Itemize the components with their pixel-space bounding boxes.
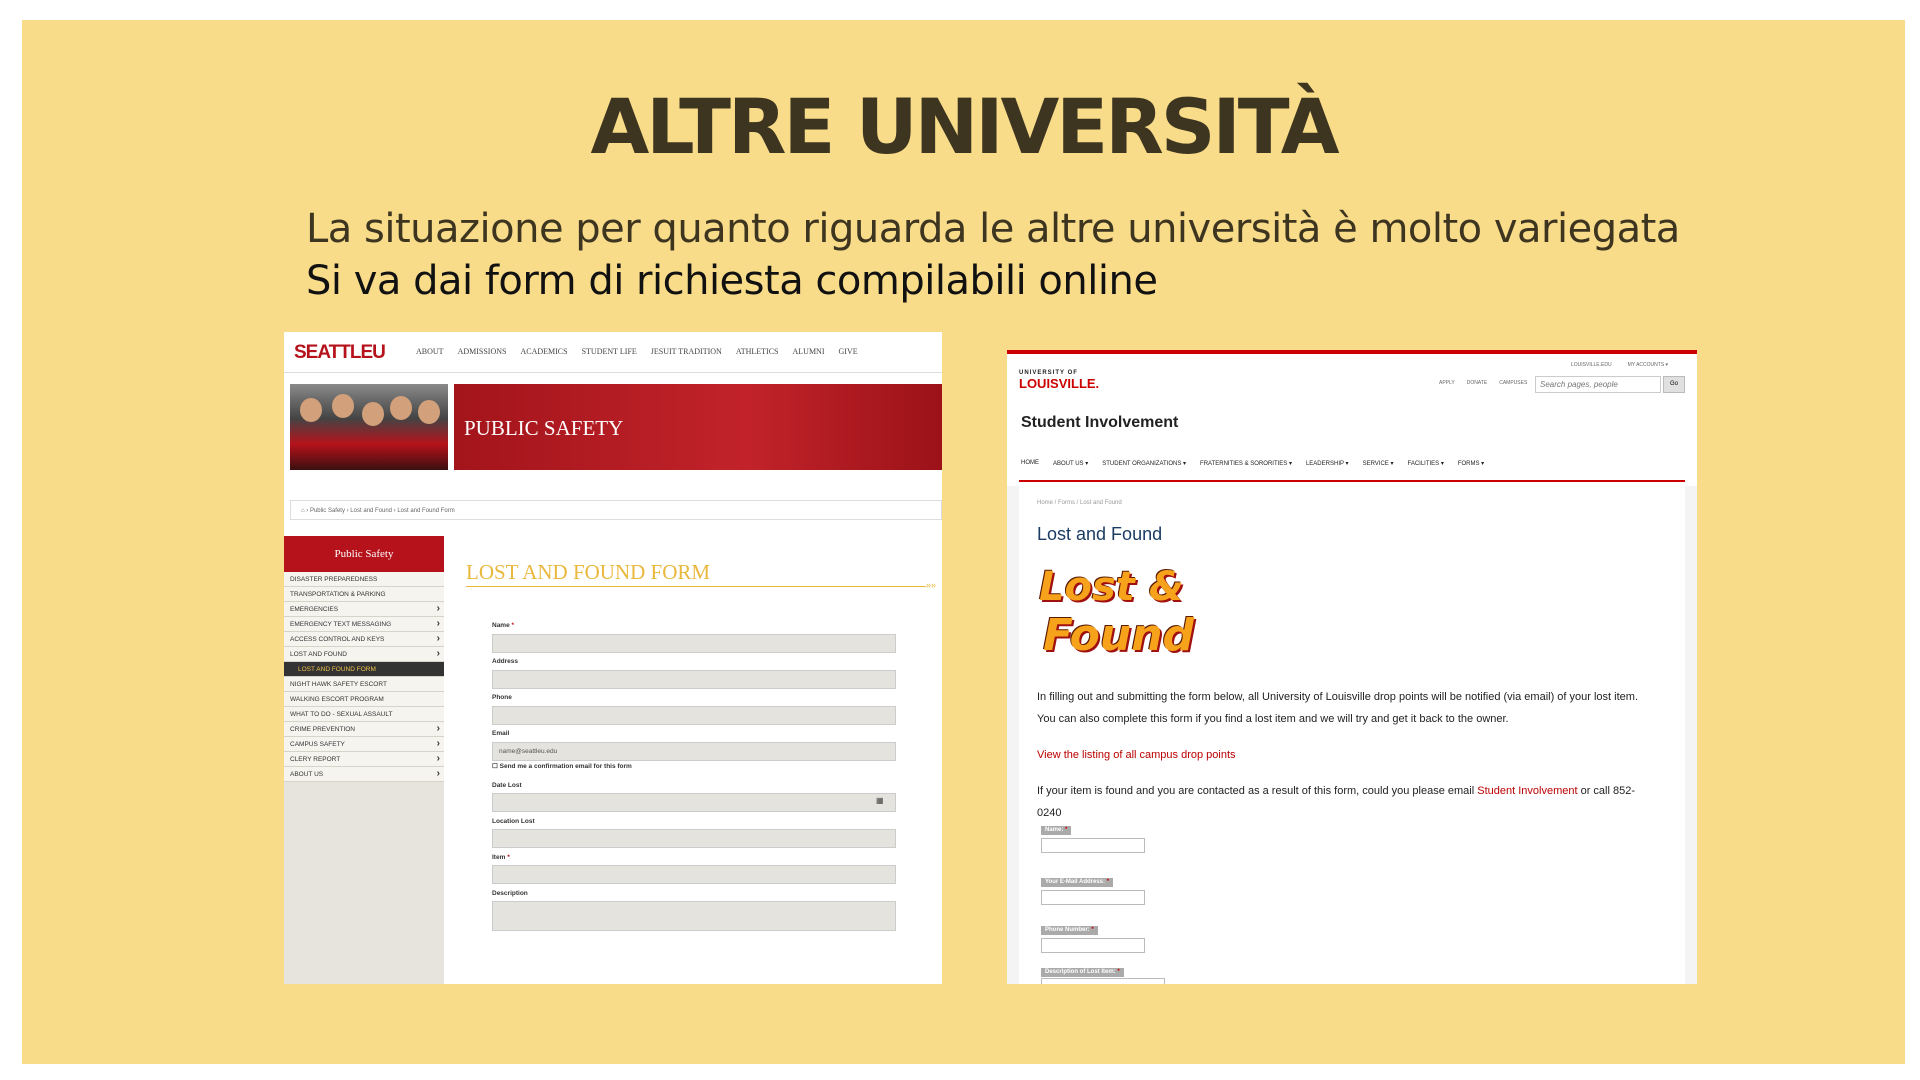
student-involvement-link[interactable]: Student Involvement bbox=[1477, 785, 1577, 797]
contact-paragraph: If your item is found and you are contac… bbox=[1037, 785, 1636, 819]
item-label: Item * bbox=[492, 854, 510, 861]
description-field[interactable] bbox=[492, 901, 896, 931]
sidebar-item[interactable]: NIGHT HAWK SAFETY ESCORT bbox=[284, 677, 444, 692]
email-label: Email bbox=[492, 730, 510, 737]
nav-item[interactable]: LEADERSHIP ▾ bbox=[1306, 460, 1349, 467]
seattle-form-area: LOST AND FOUND FORM »» Name * Address Ph… bbox=[452, 536, 942, 984]
sidebar-item[interactable]: LOST AND FOUND bbox=[284, 646, 444, 662]
go-button[interactable]: Go bbox=[1663, 376, 1685, 393]
sidebar-item[interactable]: EMERGENCY TEXT MESSAGING bbox=[284, 616, 444, 632]
address-label: Address bbox=[492, 658, 519, 665]
item-field[interactable] bbox=[492, 865, 896, 884]
sidebar-item[interactable]: CAMPUS SAFETY bbox=[284, 736, 444, 752]
name-label: Name * bbox=[492, 622, 515, 629]
sidebar-title[interactable]: Public Safety bbox=[284, 536, 444, 572]
slide-text-line-2: Si va dai form di richiesta compilabili … bbox=[306, 258, 1158, 304]
quick-links: APPLY DONATE CAMPUSES bbox=[1439, 380, 1527, 386]
form-title: LOST AND FOUND FORM bbox=[466, 560, 711, 584]
lost-and-found-graphic: Lost & Found bbox=[1039, 564, 1195, 661]
seattle-u-screenshot: SEATTLEU ABOUT ADMISSIONS ACADEMICS STUD… bbox=[284, 332, 942, 984]
louisville-edu-link[interactable]: LOUISVILLE.EDU bbox=[1571, 362, 1612, 368]
site-title[interactable]: Student Involvement bbox=[1021, 414, 1178, 432]
seattle-nav: ABOUT ADMISSIONS ACADEMICS STUDENT LIFE … bbox=[416, 347, 858, 356]
date-lost-field[interactable] bbox=[492, 793, 896, 812]
louisville-breadcrumb[interactable]: Home / Forms / Lost and Found bbox=[1037, 500, 1122, 506]
location-lost-field[interactable] bbox=[492, 829, 896, 848]
nav-item[interactable]: FACILITIES ▾ bbox=[1407, 460, 1443, 467]
nav-item[interactable]: STUDENT ORGANIZATIONS ▾ bbox=[1102, 460, 1186, 467]
banner-red-panel: PUBLIC SAFETY bbox=[454, 384, 942, 470]
intro-paragraph-2: You can also complete this form if you f… bbox=[1037, 713, 1509, 725]
nav-red-rule bbox=[1019, 480, 1685, 482]
email-label: Your E-Mail Address: * bbox=[1041, 878, 1114, 887]
apply-link[interactable]: APPLY bbox=[1439, 380, 1455, 386]
utility-links: LOUISVILLE.EDU MY ACCOUNTS ▾ bbox=[1571, 362, 1668, 368]
seattle-nav-item[interactable]: ABOUT bbox=[416, 347, 444, 356]
louisville-header: UNIVERSITY OF LOUISVILLE. LOUISVILLE.EDU… bbox=[1007, 354, 1697, 486]
banner-title: PUBLIC SAFETY bbox=[464, 416, 624, 440]
louisville-logo[interactable]: LOUISVILLE. bbox=[1019, 376, 1099, 391]
nav-item[interactable]: FRATERNITIES & SORORITIES ▾ bbox=[1200, 460, 1292, 467]
slide-title: ALTRE UNIVERSITÀ bbox=[590, 82, 1339, 171]
nav-item[interactable]: ABOUT US ▾ bbox=[1053, 460, 1088, 467]
name-field[interactable] bbox=[1041, 838, 1145, 853]
location-lost-label: Location Lost bbox=[492, 818, 535, 825]
seattle-logo[interactable]: SEATTLEU bbox=[294, 342, 386, 364]
seattle-banner: PUBLIC SAFETY bbox=[290, 384, 942, 470]
name-field[interactable] bbox=[492, 634, 896, 653]
page-heading: Lost and Found bbox=[1037, 524, 1163, 544]
donate-link[interactable]: DONATE bbox=[1467, 380, 1487, 386]
sidebar-item[interactable]: TRANSPORTATION & PARKING bbox=[284, 587, 444, 602]
phone-field[interactable] bbox=[492, 706, 896, 725]
form-title-rule bbox=[466, 586, 926, 587]
calendar-icon[interactable]: ▦ bbox=[876, 796, 884, 805]
chevrons-icon: »» bbox=[926, 580, 937, 590]
sidebar-list: DISASTER PREPAREDNESS TRANSPORTATION & PA… bbox=[284, 572, 444, 782]
seattle-nav-item[interactable]: ATHLETICS bbox=[736, 347, 779, 356]
phone-label: Phone bbox=[492, 694, 512, 701]
seattle-nav-item[interactable]: STUDENT LIFE bbox=[582, 347, 637, 356]
description-field[interactable] bbox=[1041, 978, 1165, 984]
drop-points-link[interactable]: View the listing of all campus drop poin… bbox=[1037, 744, 1657, 766]
sidebar-item[interactable]: EMERGENCIES bbox=[284, 601, 444, 617]
louisville-content: Home / Forms / Lost and Found Lost and F… bbox=[1019, 486, 1685, 984]
name-label: Name: * bbox=[1041, 826, 1072, 835]
intro-paragraph-1: In filling out and submitting the form b… bbox=[1037, 691, 1638, 703]
sidebar-item[interactable]: CRIME PREVENTION bbox=[284, 721, 444, 737]
seattle-nav-item[interactable]: ALUMNI bbox=[793, 347, 825, 356]
sidebar-item[interactable]: ACCESS CONTROL AND KEYS bbox=[284, 631, 444, 647]
seattle-header: SEATTLEU ABOUT ADMISSIONS ACADEMICS STUD… bbox=[284, 332, 942, 373]
louisville-nav: HOME ABOUT US ▾ STUDENT ORGANIZATIONS ▾ … bbox=[1021, 460, 1484, 467]
my-accounts-link[interactable]: MY ACCOUNTS ▾ bbox=[1628, 362, 1668, 368]
nav-item[interactable]: FORMS ▾ bbox=[1458, 460, 1484, 467]
email-field[interactable] bbox=[1041, 890, 1145, 905]
seattle-nav-item[interactable]: ACADEMICS bbox=[520, 347, 567, 356]
seattle-breadcrumb[interactable]: ⌂ › Public Safety › Lost and Found › Los… bbox=[290, 500, 942, 520]
date-lost-label: Date Lost bbox=[492, 782, 522, 789]
sidebar-item[interactable]: LOST AND FOUND FORM bbox=[284, 662, 444, 677]
phone-field[interactable] bbox=[1041, 938, 1145, 953]
confirm-email-checkbox[interactable]: ☐ Send me a confirmation email for this … bbox=[492, 762, 632, 770]
nav-item[interactable]: HOME bbox=[1021, 460, 1039, 467]
nav-item[interactable]: SERVICE ▾ bbox=[1363, 460, 1394, 467]
campuses-link[interactable]: CAMPUSES bbox=[1499, 380, 1527, 386]
louisville-screenshot: UNIVERSITY OF LOUISVILLE. LOUISVILLE.EDU… bbox=[1007, 350, 1697, 984]
sidebar-item[interactable]: WHAT TO DO - SEXUAL ASSAULT bbox=[284, 707, 444, 722]
officers-photo bbox=[290, 384, 448, 470]
seattle-nav-item[interactable]: GIVE bbox=[839, 347, 858, 356]
description-label: Description bbox=[492, 890, 528, 897]
phone-label: Phone Number: * bbox=[1041, 926, 1098, 935]
sidebar-item[interactable]: CLERY REPORT bbox=[284, 751, 444, 767]
description-label: Description of Lost Item: * bbox=[1041, 968, 1124, 977]
slide-text-line-1: La situazione per quanto riguarda le alt… bbox=[306, 206, 1680, 252]
seattle-nav-item[interactable]: JESUIT TRADITION bbox=[651, 347, 722, 356]
seattle-sidebar: Public Safety DISASTER PREPAREDNESS TRANS… bbox=[284, 536, 444, 984]
address-field[interactable] bbox=[492, 670, 896, 689]
search-input[interactable]: Search pages, people bbox=[1535, 376, 1661, 393]
email-field[interactable]: name@seattleu.edu bbox=[492, 742, 896, 761]
sidebar-item[interactable]: ABOUT US bbox=[284, 766, 444, 782]
sidebar-item[interactable]: WALKING ESCORT PROGRAM bbox=[284, 692, 444, 707]
seattle-nav-item[interactable]: ADMISSIONS bbox=[458, 347, 507, 356]
sidebar-item[interactable]: DISASTER PREPAREDNESS bbox=[284, 572, 444, 587]
